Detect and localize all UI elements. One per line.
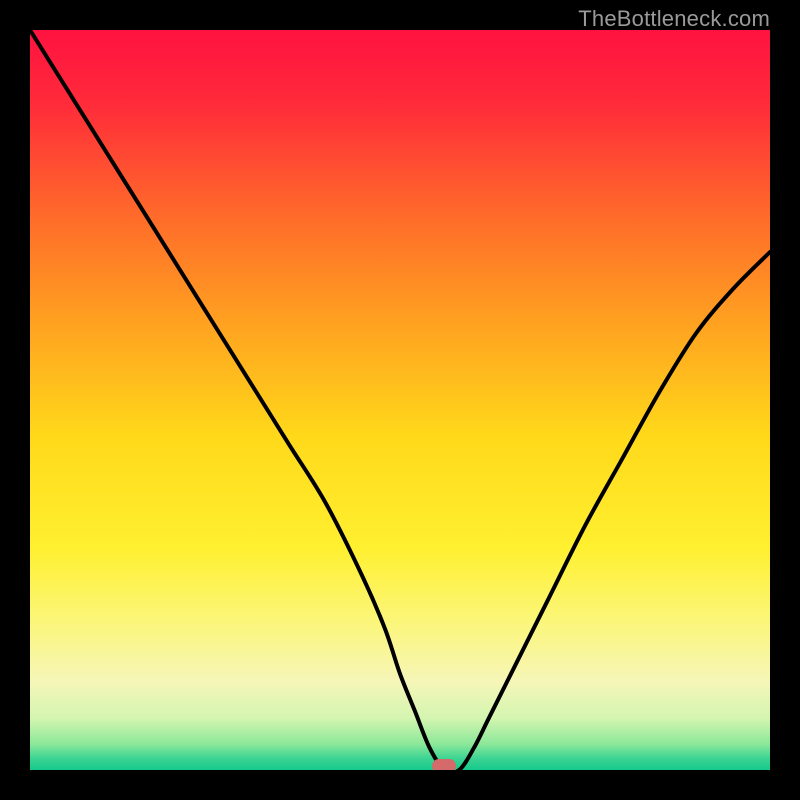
optimal-point-marker (432, 759, 456, 770)
chart-frame: TheBottleneck.com (0, 0, 800, 800)
watermark-text: TheBottleneck.com (578, 6, 770, 32)
bottleneck-curve (30, 30, 770, 770)
plot-area (30, 30, 770, 770)
